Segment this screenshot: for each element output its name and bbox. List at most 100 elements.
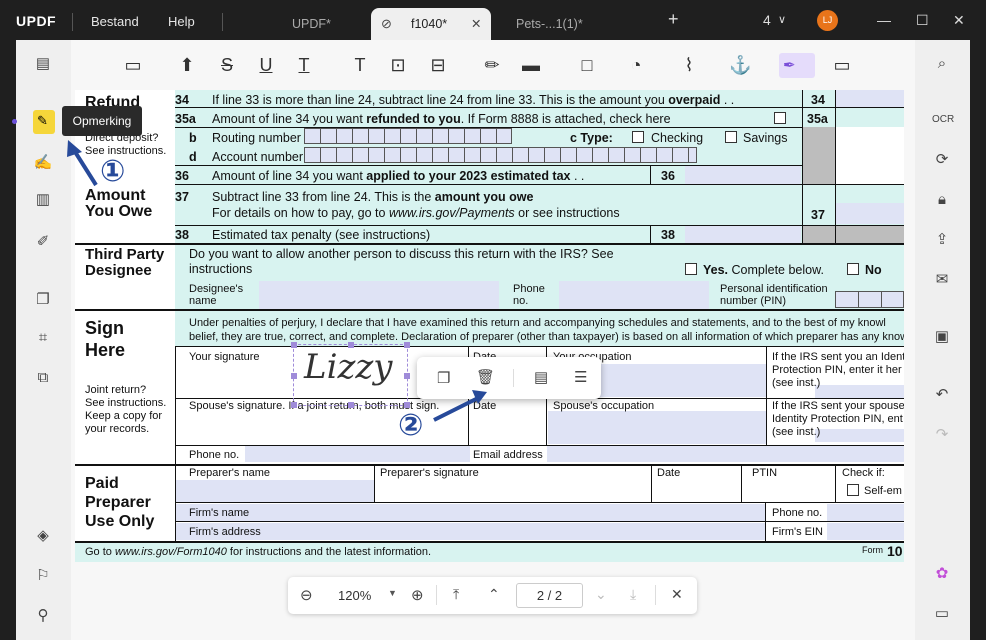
measure-icon[interactable]: ▭ — [832, 55, 852, 75]
convert-icon[interactable]: ⟳ — [932, 150, 952, 170]
sticky-note-icon[interactable]: ▭ — [123, 55, 143, 75]
account-number-field[interactable] — [304, 147, 697, 163]
save-icon[interactable]: ▣ — [932, 327, 952, 347]
sticker-icon[interactable]: ◔ — [626, 55, 646, 75]
avatar[interactable]: LJ — [817, 10, 838, 31]
stamp-icon[interactable]: ⚓ — [729, 55, 751, 75]
properties-icon[interactable]: ☰ — [574, 368, 587, 386]
callout-icon[interactable]: ⊟ — [428, 55, 448, 75]
resize-handle[interactable] — [291, 342, 297, 348]
resize-handle[interactable] — [291, 373, 297, 379]
entry-box — [835, 203, 904, 224]
menu-bestand[interactable]: Bestand — [91, 14, 139, 29]
line-letter: b — [189, 131, 197, 145]
line-letter: d — [189, 150, 197, 164]
yes-checkbox[interactable] — [685, 263, 697, 275]
crop-icon[interactable]: ⌗ — [33, 328, 53, 348]
designee-name-field[interactable] — [259, 281, 499, 309]
bookmark-icon[interactable]: ⚐ — [33, 566, 53, 586]
redo-icon[interactable]: ↷ — [932, 425, 952, 445]
delete-icon[interactable]: 🗑︎ — [476, 368, 495, 386]
tab-count[interactable]: 4 — [763, 12, 771, 28]
savings-checkbox[interactable] — [725, 131, 737, 143]
firm-address-field[interactable] — [175, 523, 765, 540]
reader-icon[interactable]: ▤ — [33, 54, 53, 74]
zoom-in-icon[interactable]: ⊕ — [411, 586, 424, 604]
resize-handle[interactable] — [291, 402, 297, 408]
close-icon[interactable]: ✕ — [671, 586, 683, 603]
signature-tool[interactable]: ✒ — [779, 53, 815, 78]
phone-field[interactable] — [245, 445, 470, 462]
no-checkbox[interactable] — [847, 263, 859, 275]
resize-handle[interactable] — [348, 342, 354, 348]
resize-handle[interactable] — [404, 342, 410, 348]
comment-icon[interactable]: ▤ — [534, 368, 548, 386]
ocr-icon[interactable]: OCR — [932, 110, 954, 130]
resize-handle[interactable] — [404, 373, 410, 379]
copy-icon[interactable]: ❐ — [437, 369, 450, 387]
page-number-input[interactable]: 2 / 2 — [516, 583, 583, 608]
tab-pets[interactable]: Pets-...1(1)* — [516, 8, 616, 40]
close-icon[interactable]: ✕ — [471, 8, 481, 40]
firm-name-field[interactable] — [175, 504, 765, 521]
chevron-down-icon[interactable]: ∨ — [778, 13, 786, 26]
maximize-icon[interactable]: ☐ — [916, 12, 929, 29]
pencil-icon[interactable]: ✏ — [482, 55, 502, 75]
tab-f1040[interactable]: ⊘ f1040* ✕ — [371, 8, 491, 40]
form-icon[interactable]: ✐ — [33, 232, 53, 252]
underline-icon[interactable]: U — [256, 55, 276, 75]
designee-pin-field[interactable] — [835, 291, 904, 308]
firm-ein-field[interactable] — [827, 523, 904, 540]
resize-handle[interactable] — [348, 402, 354, 408]
undo-icon[interactable]: ↶ — [932, 385, 952, 405]
shape-icon[interactable]: □ — [577, 55, 597, 75]
minimize-icon[interactable]: — — [877, 12, 891, 28]
comments-panel-icon[interactable]: ▭ — [932, 604, 952, 624]
routing-number-field[interactable] — [304, 128, 512, 144]
last-page-icon[interactable]: ⤓ — [630, 586, 636, 603]
new-tab-button[interactable]: + — [668, 9, 679, 30]
zoom-dropdown-icon[interactable]: ▼ — [388, 588, 397, 598]
firm-phone-field[interactable] — [827, 504, 904, 521]
designee-phone-field[interactable] — [559, 281, 709, 309]
layers-icon[interactable]: ◈ — [33, 526, 53, 546]
ai-assistant-icon[interactable]: ✿ — [932, 564, 952, 584]
checking-checkbox[interactable] — [632, 131, 644, 143]
self-employed-checkbox[interactable] — [847, 484, 859, 496]
organize-icon[interactable]: ❐ — [33, 290, 53, 310]
share-icon[interactable]: ⇪ — [932, 230, 952, 250]
previous-page-icon[interactable]: ⌃ — [488, 586, 500, 603]
menu-help[interactable]: Help — [168, 14, 195, 29]
comment-tool-active[interactable]: ✎ — [33, 110, 55, 134]
close-window-icon[interactable]: ✕ — [953, 12, 965, 29]
spouse-occupation-field[interactable] — [548, 411, 766, 444]
attach-icon[interactable]: ⌇ — [679, 55, 699, 75]
textbox-icon[interactable]: ⊡ — [388, 55, 408, 75]
divider — [436, 585, 437, 605]
rule — [175, 184, 904, 185]
next-page-icon[interactable]: ⌄ — [595, 586, 607, 603]
squiggly-icon[interactable]: T — [294, 55, 314, 75]
edit-icon[interactable]: ✍ — [33, 153, 53, 173]
zoom-level[interactable]: 120% — [338, 588, 371, 603]
line-number: 37 — [175, 190, 189, 204]
signature-selection-box[interactable]: Lizzy — [291, 342, 410, 408]
zoom-out-icon[interactable]: ⊖ — [300, 586, 313, 604]
text-icon[interactable]: T — [350, 55, 370, 75]
mail-icon[interactable]: ✉ — [932, 270, 952, 290]
attachment-icon[interactable]: ⚲ — [33, 606, 53, 626]
search-icon[interactable]: ⌕ — [932, 54, 952, 74]
protect-icon[interactable]: 🔒︎ — [932, 190, 952, 210]
preparer-name-field[interactable] — [175, 480, 375, 502]
highlight-icon[interactable]: ⬆ — [177, 55, 197, 75]
compress-icon[interactable]: ⧉ — [33, 368, 53, 388]
form8888-checkbox[interactable] — [774, 112, 786, 124]
no-label: No — [865, 263, 882, 277]
strikethrough-icon[interactable]: S — [217, 55, 237, 75]
eraser-icon[interactable]: ▬ — [521, 55, 541, 75]
rule — [175, 107, 904, 108]
tab-updf[interactable]: UPDF* — [292, 8, 362, 40]
page-layout-icon[interactable]: ▥ — [33, 190, 53, 210]
first-page-icon[interactable]: ⤒ — [453, 586, 459, 603]
email-field[interactable] — [547, 445, 904, 462]
